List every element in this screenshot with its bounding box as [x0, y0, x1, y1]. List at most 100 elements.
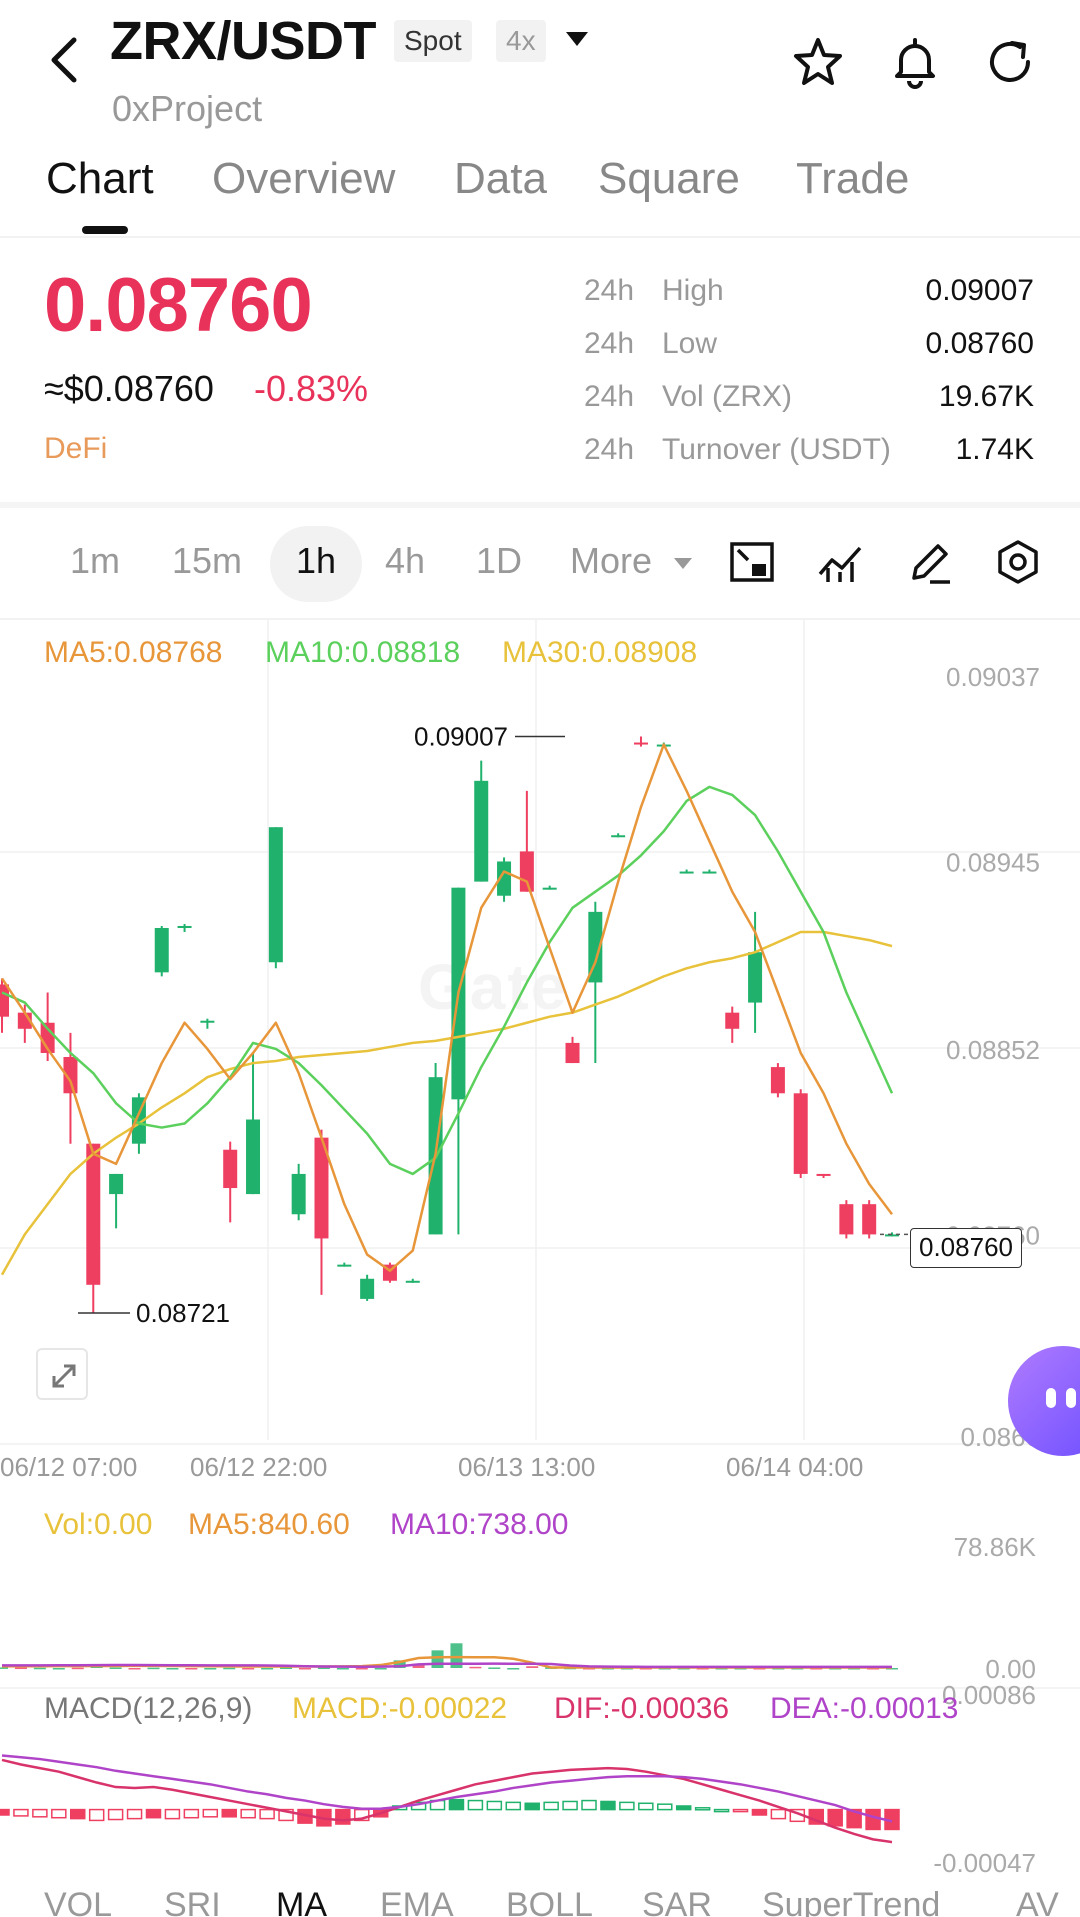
macd-histogram-bar — [51, 1808, 67, 1819]
price-change: -0.83% — [254, 368, 369, 409]
volume-bar — [242, 1668, 255, 1670]
macd-histogram-bar — [751, 1808, 768, 1816]
pair-dropdown-icon[interactable] — [566, 32, 588, 46]
stat-value: 0.08760 — [925, 327, 1034, 360]
back-arrow-icon[interactable] — [44, 30, 84, 90]
candle-body — [223, 1149, 238, 1189]
macd-histogram-bar — [13, 1808, 29, 1817]
sector-tag[interactable]: DeFi — [44, 432, 107, 466]
macd-histogram-bar — [600, 1800, 616, 1811]
vol-ma5-legend: MA5:840.60 — [188, 1508, 350, 1541]
header: ZRX/USDT Spot 4x 0xProject — [0, 0, 1080, 130]
fullscreen-button[interactable] — [36, 1348, 88, 1400]
indicator-av[interactable]: AV — [1016, 1886, 1059, 1917]
bell-icon[interactable] — [887, 34, 943, 90]
indicator-supertrend[interactable]: SuperTrend — [762, 1886, 940, 1917]
refresh-icon[interactable] — [982, 34, 1038, 90]
candle-body — [565, 1042, 580, 1064]
stat-value: 1.74K — [955, 433, 1034, 466]
tab-data[interactable]: Data — [454, 154, 547, 204]
macd-histogram-bar — [467, 1799, 484, 1811]
interval-15m[interactable]: 15m — [172, 540, 242, 582]
macd-histogram-bar — [638, 1802, 654, 1811]
pair-title[interactable]: ZRX/USDT — [110, 10, 377, 72]
candle-body — [268, 827, 283, 963]
price-axis-label: 0.08852 — [946, 1035, 1040, 1065]
vol-ma10-legend: MA10:738.00 — [390, 1508, 569, 1541]
indicator-ma[interactable]: MA — [276, 1886, 327, 1917]
indicator-sri[interactable]: SRI — [164, 1886, 221, 1917]
ma5-line — [0, 743, 893, 1272]
candle-body — [542, 887, 557, 890]
chart-mode-icon[interactable] — [728, 538, 776, 586]
active-tab-indicator — [82, 226, 128, 234]
interval-1h[interactable]: 1h — [296, 540, 336, 582]
tab-overview[interactable]: Overview — [212, 154, 395, 204]
indicator-bar: VOL SRI MA EMA BOLL SAR SuperTrend AV — [0, 1886, 1080, 1917]
volume-bar — [431, 1650, 444, 1668]
settings-icon[interactable] — [994, 538, 1042, 586]
macd-histogram-bar — [865, 1808, 881, 1831]
dea-value: DEA:-0.00013 — [770, 1692, 959, 1725]
volume-bar — [336, 1668, 349, 1670]
stat-label: Vol (ZRX) — [662, 380, 793, 413]
tab-square[interactable]: Square — [598, 154, 740, 204]
stat-label: Low — [662, 327, 718, 360]
indicator-sar[interactable]: SAR — [642, 1886, 712, 1917]
ma5-legend: MA5:0.08768 — [44, 636, 223, 669]
indicator-ema[interactable]: EMA — [380, 1886, 454, 1917]
candle-body — [748, 952, 763, 1003]
stat-period: 24h — [584, 274, 635, 307]
candle-body — [862, 1204, 877, 1235]
draw-pen-icon[interactable] — [906, 538, 954, 586]
indicator-vol[interactable]: VOL — [44, 1886, 112, 1917]
star-icon[interactable] — [790, 34, 846, 90]
volume-bar — [14, 1667, 27, 1670]
stat-period: 24h — [584, 433, 635, 466]
candle-body — [109, 1173, 124, 1195]
macd-histogram-bar — [0, 1808, 10, 1816]
interval-1d[interactable]: 1D — [476, 540, 522, 582]
macd-histogram-bar — [259, 1808, 275, 1820]
candle-body — [291, 1173, 306, 1215]
macd-histogram-bar — [732, 1808, 749, 1813]
price-axis-label: 0.09037 — [946, 662, 1040, 692]
macd-histogram-bar — [827, 1808, 843, 1827]
bot-eye-icon — [1066, 1388, 1076, 1408]
more-dropdown-icon[interactable] — [674, 558, 692, 569]
volume-bar — [526, 1666, 539, 1668]
candle-body — [679, 871, 694, 874]
volume-bar — [298, 1668, 311, 1670]
macd-histogram-bar — [88, 1808, 105, 1822]
volume-bar — [33, 1667, 46, 1670]
indicator-boll[interactable]: BOLL — [506, 1886, 593, 1917]
high-label: 0.09007 — [414, 721, 508, 751]
macd-histogram-bar — [524, 1802, 540, 1811]
macd-histogram-bar — [562, 1800, 578, 1811]
candle-body — [725, 1012, 740, 1029]
macd-histogram-bar — [657, 1803, 673, 1811]
macd-histogram-bar — [713, 1808, 730, 1813]
macd-histogram-bar — [240, 1808, 256, 1819]
volume-bar — [507, 1668, 520, 1670]
indicator-icon[interactable] — [816, 538, 864, 586]
macd-histogram-bar — [145, 1808, 162, 1819]
macd-histogram-bar — [543, 1801, 559, 1811]
volume-bar — [261, 1668, 274, 1670]
macd-histogram-bar — [335, 1808, 351, 1825]
volume-bar — [128, 1668, 141, 1670]
macd-histogram-bar — [164, 1808, 181, 1820]
macd-histogram-bar — [126, 1808, 143, 1820]
interval-more[interactable]: More — [570, 540, 652, 582]
candle-body — [793, 1093, 808, 1174]
time-label: 06/13 13:00 — [458, 1452, 596, 1482]
macd-value: MACD:-0.00022 — [292, 1692, 508, 1725]
leverage-tag: 4x — [496, 20, 546, 62]
macd-histogram-bar — [505, 1801, 522, 1811]
tab-chart[interactable]: Chart — [46, 154, 154, 204]
tab-trade[interactable]: Trade — [796, 154, 909, 204]
interval-1m[interactable]: 1m — [70, 540, 120, 582]
stat-period: 24h — [584, 327, 635, 360]
volume-bar — [223, 1667, 236, 1670]
interval-4h[interactable]: 4h — [385, 540, 425, 582]
